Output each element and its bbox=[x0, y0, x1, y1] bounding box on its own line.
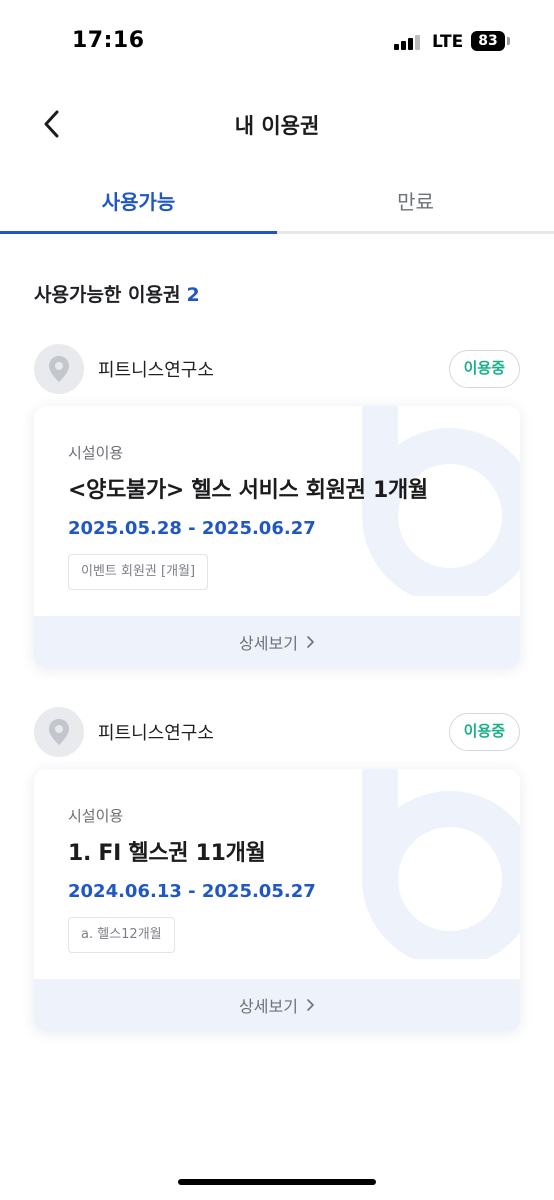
facility-row: 피트니스연구소 이용중 bbox=[0, 705, 554, 757]
status-badge: 이용중 bbox=[448, 350, 520, 388]
pass-group: 피트니스연구소 이용중 시설이용 1. FI 헬스권 11개월 2024.06.… bbox=[0, 705, 554, 1031]
detail-button[interactable]: 상세보기 bbox=[34, 616, 520, 668]
app-header: 내 이용권 bbox=[0, 96, 554, 152]
brand-watermark-icon bbox=[362, 769, 520, 959]
pass-period: 2024.06.13 - 2025.05.27 bbox=[68, 881, 316, 902]
section-heading: 사용가능한 이용권 2 bbox=[34, 280, 200, 307]
pass-tag: a. 헬스12개월 bbox=[68, 917, 175, 953]
pass-period: 2025.05.28 - 2025.06.27 bbox=[68, 518, 316, 539]
detail-button-label: 상세보기 bbox=[239, 634, 298, 653]
facility-name: 피트니스연구소 bbox=[98, 360, 214, 381]
home-indicator[interactable] bbox=[178, 1179, 376, 1185]
tab-bar: 사용가능 만료 bbox=[0, 170, 554, 234]
status-bar: 17:16 LTE 83 bbox=[0, 0, 554, 84]
battery-icon: 83 bbox=[471, 31, 505, 51]
detail-button[interactable]: 상세보기 bbox=[34, 979, 520, 1031]
chevron-right-icon bbox=[306, 635, 315, 649]
facility-avatar bbox=[34, 707, 84, 757]
status-badge: 이용중 bbox=[448, 713, 520, 751]
facility-row: 피트니스연구소 이용중 bbox=[0, 342, 554, 394]
pass-name: 1. FI 헬스권 11개월 bbox=[68, 841, 266, 866]
pass-count: 2 bbox=[186, 284, 200, 306]
signal-icon bbox=[394, 34, 420, 50]
page-title: 내 이용권 bbox=[234, 114, 320, 138]
location-pin-icon bbox=[49, 356, 69, 382]
section-heading-label: 사용가능한 이용권 bbox=[34, 284, 181, 306]
pass-category: 시설이용 bbox=[68, 807, 124, 825]
tab-available[interactable]: 사용가능 bbox=[0, 170, 277, 234]
pass-category: 시설이용 bbox=[68, 444, 124, 462]
chevron-right-icon bbox=[306, 998, 315, 1012]
detail-button-label: 상세보기 bbox=[239, 997, 298, 1016]
facility-avatar bbox=[34, 344, 84, 394]
pass-name: <양도불가> 헬스 서비스 회원권 1개월 bbox=[68, 478, 428, 503]
pass-card[interactable]: 시설이용 <양도불가> 헬스 서비스 회원권 1개월 2025.05.28 - … bbox=[34, 406, 520, 668]
battery-tip bbox=[507, 37, 510, 45]
pass-tag: 이벤트 회원권 [개월] bbox=[68, 554, 209, 590]
tab-expired[interactable]: 만료 bbox=[277, 170, 554, 231]
status-time: 17:16 bbox=[72, 28, 145, 53]
facility-name: 피트니스연구소 bbox=[98, 723, 214, 744]
pass-card[interactable]: 시설이용 1. FI 헬스권 11개월 2024.06.13 - 2025.05… bbox=[34, 769, 520, 1031]
network-type: LTE bbox=[432, 32, 464, 52]
pass-group: 피트니스연구소 이용중 시설이용 <양도불가> 헬스 서비스 회원권 1개월 2… bbox=[0, 342, 554, 668]
location-pin-icon bbox=[49, 719, 69, 745]
